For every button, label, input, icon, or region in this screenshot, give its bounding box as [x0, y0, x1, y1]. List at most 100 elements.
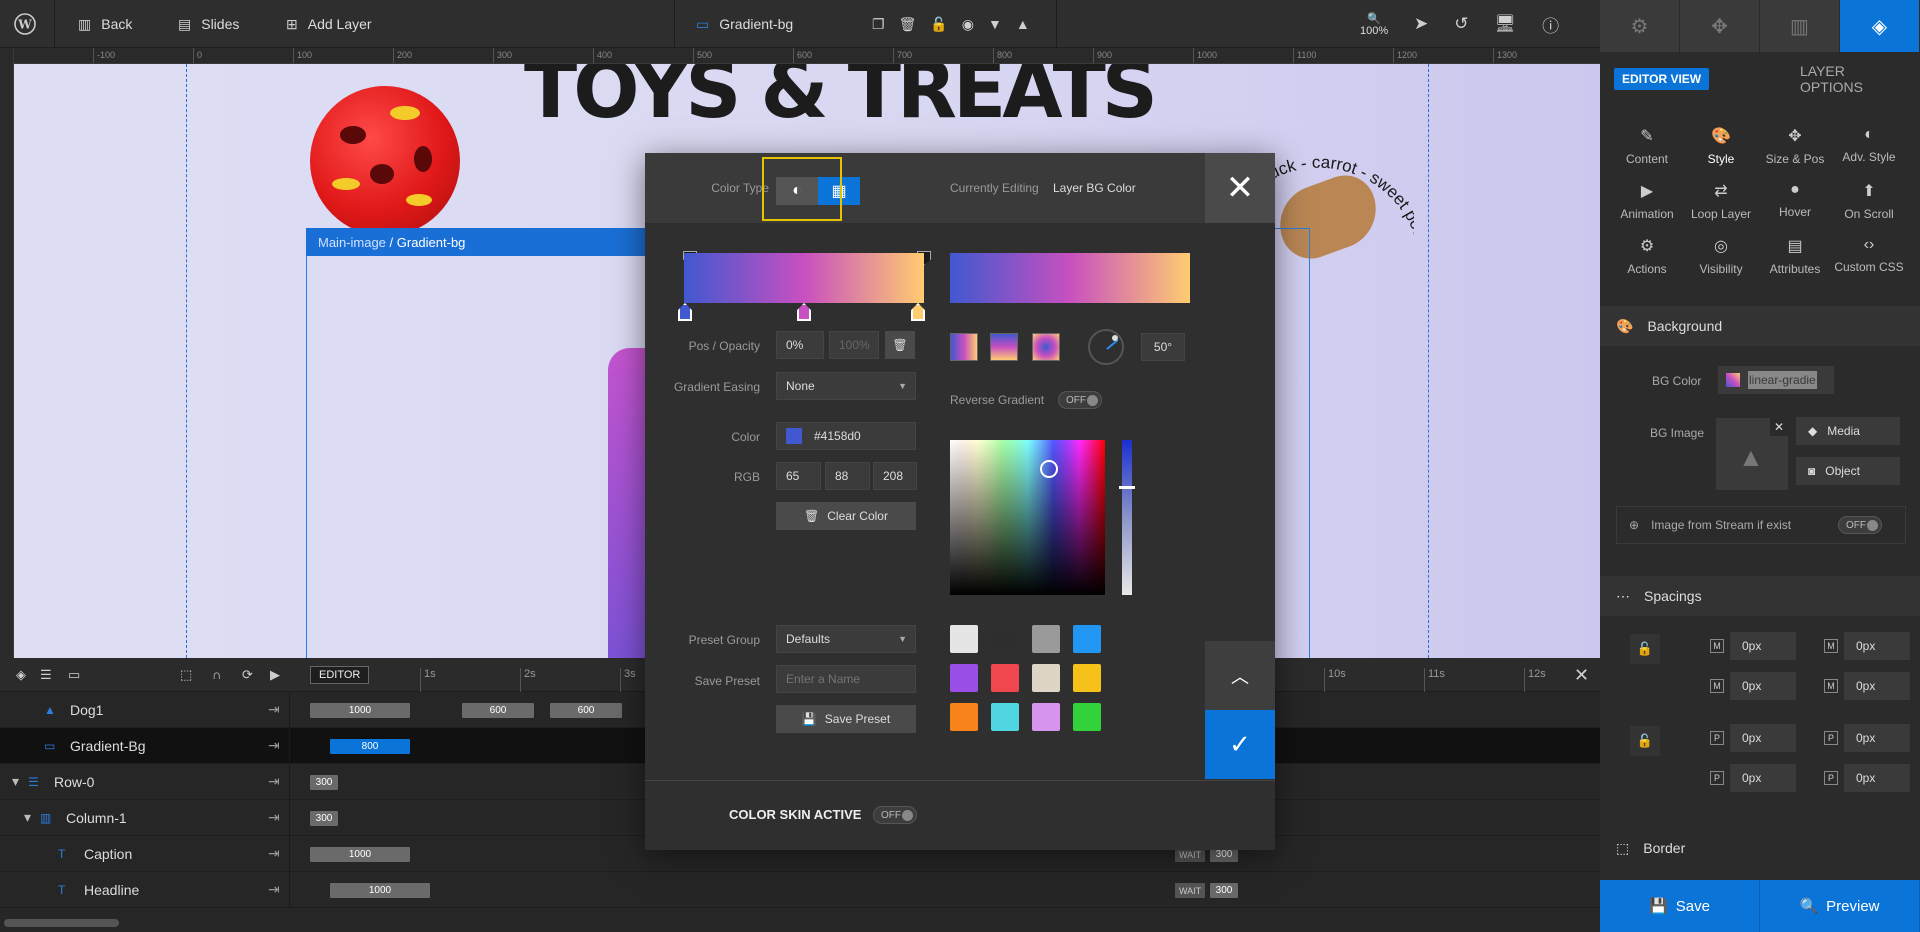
option-tile[interactable]: ✎ Content: [1610, 126, 1684, 166]
angle-dial[interactable]: [1088, 329, 1124, 365]
layers-stack-icon[interactable]: ◈: [16, 667, 26, 683]
navigation-tab[interactable]: ✥: [1680, 0, 1760, 52]
preset-swatch[interactable]: [1032, 625, 1060, 653]
close-timeline-icon[interactable]: ✕: [1574, 665, 1589, 686]
timeline-layer-name[interactable]: T Caption ⇥: [0, 835, 290, 872]
color-stop-3[interactable]: [911, 303, 925, 321]
lightness-handle[interactable]: [1119, 486, 1135, 489]
option-tile[interactable]: ⚙ Actions: [1610, 236, 1684, 276]
spacing-input[interactable]: 0px: [1844, 632, 1910, 660]
color-skin-toggle[interactable]: OFF: [873, 806, 917, 824]
reverse-gradient-toggle[interactable]: OFF: [1058, 391, 1102, 409]
collapse-arrow-icon[interactable]: ⇥: [268, 701, 280, 718]
timeline-layer-name[interactable]: ▾ ▥ Column-1 ⇥: [0, 799, 290, 836]
play-icon[interactable]: ▶: [270, 667, 280, 683]
breadcrumb-parent[interactable]: Main-image: [318, 235, 386, 250]
option-tile[interactable]: 🎨 Style: [1684, 126, 1758, 166]
back-button[interactable]: ▥ Back: [78, 0, 132, 48]
timeline-bar[interactable]: 1000: [330, 883, 430, 898]
spacing-input[interactable]: 0px: [1730, 632, 1796, 660]
option-tile[interactable]: ✥ Size & Pos: [1758, 126, 1832, 166]
expand-caret-icon[interactable]: ▾: [24, 809, 31, 826]
option-tile[interactable]: ◐ Adv. Style: [1832, 126, 1906, 164]
slides-button[interactable]: ▤ Slides: [178, 0, 239, 48]
folder-icon[interactable]: ▭: [68, 667, 80, 683]
timeline-layer-name[interactable]: ▾ ☰ Row-0 ⇥: [0, 763, 290, 800]
delete-stop-button[interactable]: 🗑: [885, 331, 915, 359]
timeline-layer-name[interactable]: T Headline ⇥: [0, 871, 290, 908]
speed-icon[interactable]: ⟳: [242, 667, 253, 683]
color-saturation-field[interactable]: [950, 440, 1105, 595]
save-preset-button[interactable]: 💾 Save Preset: [776, 705, 916, 733]
preset-swatch[interactable]: [991, 625, 1019, 653]
color-stop-2[interactable]: [797, 303, 811, 321]
magnet-icon[interactable]: ∩: [212, 667, 221, 682]
timeline-bar[interactable]: 1000: [310, 847, 410, 862]
zoom-control[interactable]: 🔍 100%: [1360, 0, 1388, 48]
preset-swatch[interactable]: [991, 703, 1019, 731]
option-tile[interactable]: ⇄ Loop Layer: [1684, 181, 1758, 221]
color-stop-1[interactable]: [678, 303, 692, 321]
timeline-action-bar[interactable]: 600: [462, 703, 534, 718]
blue-input[interactable]: 208: [873, 462, 917, 490]
preset-swatch[interactable]: [950, 625, 978, 653]
timeline-bar[interactable]: 300: [310, 811, 338, 826]
current-layer-name[interactable]: ▭ Gradient-bg: [696, 0, 793, 48]
slides-tab[interactable]: ▥: [1760, 0, 1840, 52]
timeline-bar[interactable]: 800: [330, 739, 410, 754]
layer-options-title[interactable]: LAYER OPTIONS: [1800, 63, 1910, 95]
arrow-down-icon[interactable]: ▼: [988, 16, 1002, 32]
collapse-arrow-icon[interactable]: ⇥: [268, 845, 280, 862]
collapse-arrow-icon[interactable]: ⇥: [268, 773, 280, 790]
duplicate-icon[interactable]: ❐: [872, 16, 885, 33]
preset-swatch[interactable]: [1073, 664, 1101, 692]
option-tile[interactable]: ◎ Visibility: [1684, 236, 1758, 276]
timeline-row[interactable]: T Headline ⇥ 1000 WAIT 300: [0, 871, 1600, 908]
color-hex-field[interactable]: #4158d0: [776, 422, 916, 450]
color-picker-handle[interactable]: [1040, 460, 1058, 478]
headline-layer[interactable]: TOYS & TREATS: [524, 64, 1158, 136]
green-input[interactable]: 88: [825, 462, 870, 490]
media-button[interactable]: ◆ Media: [1796, 417, 1900, 445]
collapse-button[interactable]: ︿: [1205, 641, 1275, 710]
background-section-header[interactable]: 🎨 Background: [1600, 306, 1920, 346]
eye-icon[interactable]: ◉: [962, 16, 974, 33]
collapse-arrow-icon[interactable]: ⇥: [268, 809, 280, 826]
option-tile[interactable]: ⬆ On Scroll: [1832, 181, 1906, 221]
preset-swatch[interactable]: [991, 664, 1019, 692]
lock-icon[interactable]: 🔓: [930, 16, 947, 33]
timeline-layer-name[interactable]: ▲ Dog1 ⇥: [0, 691, 290, 728]
settings-tab[interactable]: ⚙: [1600, 0, 1680, 52]
preset-swatch[interactable]: [1032, 703, 1060, 731]
spacing-input[interactable]: 0px: [1844, 764, 1910, 792]
preview-button[interactable]: 🔍 Preview: [1760, 880, 1920, 932]
preset-swatch[interactable]: [1073, 703, 1101, 731]
image-stream-toggle[interactable]: OFF: [1838, 516, 1882, 534]
clear-color-button[interactable]: 🗑 Clear Color: [776, 502, 916, 530]
preset-name-input[interactable]: [776, 665, 916, 693]
padding-lock-icon[interactable]: 🔓: [1630, 726, 1660, 756]
gradient-bar[interactable]: [684, 253, 924, 303]
vertical-gradient-type[interactable]: [990, 333, 1018, 361]
list-icon[interactable]: ☰: [40, 667, 52, 683]
spacing-input[interactable]: 0px: [1730, 764, 1796, 792]
timeline-layer-name[interactable]: ▭ Gradient-Bg ⇥: [0, 727, 290, 764]
timeline-action-bar[interactable]: 600: [550, 703, 622, 718]
spacing-input[interactable]: 0px: [1844, 672, 1910, 700]
editor-marker[interactable]: EDITOR: [310, 666, 370, 684]
linear-gradient-type[interactable]: [950, 333, 978, 361]
desktop-icon[interactable]: 🖥: [1495, 14, 1517, 34]
add-layer-button[interactable]: ⊞ Add Layer: [286, 0, 372, 48]
timeline-scrollbar[interactable]: [4, 919, 119, 927]
preset-swatch[interactable]: [950, 703, 978, 731]
lightness-slider[interactable]: [1119, 440, 1135, 595]
option-tile[interactable]: ● Hover: [1758, 181, 1832, 219]
preset-swatch[interactable]: [950, 664, 978, 692]
arrow-up-icon[interactable]: ▲: [1016, 16, 1030, 32]
collapse-arrow-icon[interactable]: ⇥: [268, 737, 280, 754]
spacing-input[interactable]: 0px: [1730, 672, 1796, 700]
preset-swatch[interactable]: [1032, 664, 1060, 692]
collapse-arrow-icon[interactable]: ⇥: [268, 881, 280, 898]
margin-lock-icon[interactable]: 🔓: [1630, 634, 1660, 664]
help-icon[interactable]: ⓘ: [1542, 12, 1559, 37]
